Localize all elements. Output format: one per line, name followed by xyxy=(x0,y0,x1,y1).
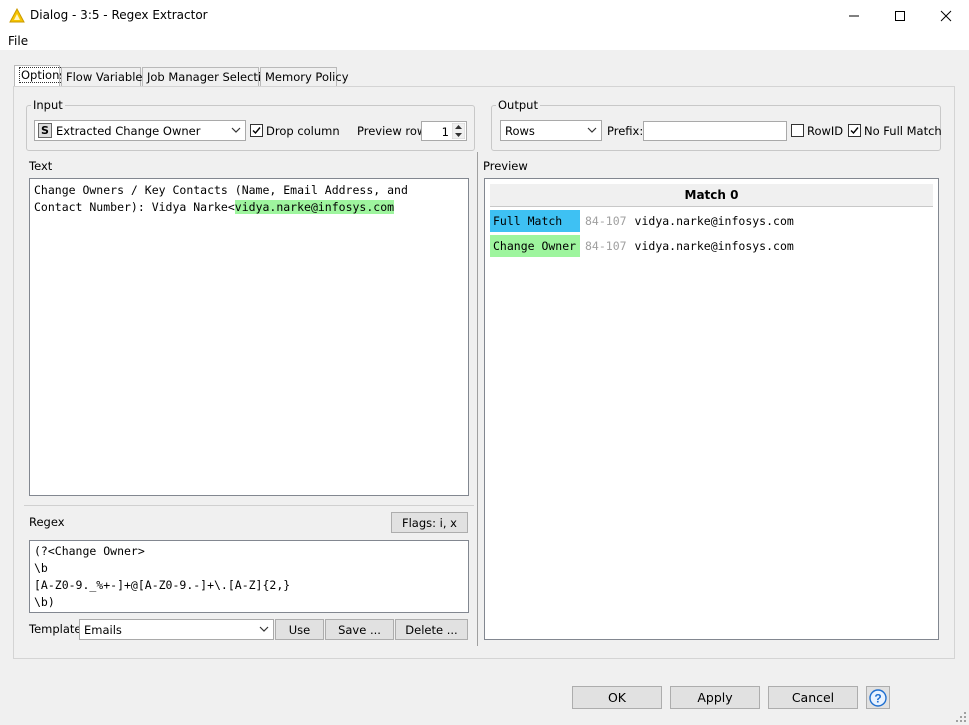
template-label: Template xyxy=(29,622,82,636)
flags-button[interactable]: Flags: i, x xyxy=(391,512,468,533)
chevron-down-icon xyxy=(231,127,241,133)
match-value: vidya.narke@infosys.com xyxy=(634,239,794,253)
rowid-checkbox[interactable] xyxy=(791,124,804,137)
output-mode-value: Rows xyxy=(505,123,535,138)
text-line-1: Change Owners / Key Contacts (Name, Emai… xyxy=(34,183,408,197)
regex-line-1: (?<Change Owner> xyxy=(34,544,145,558)
match-range: 84-107 xyxy=(585,239,627,253)
menu-file[interactable]: File xyxy=(8,34,28,48)
input-column-select[interactable]: S Extracted Change Owner xyxy=(34,120,246,141)
tab-options[interactable]: Options xyxy=(14,65,68,86)
tab-flow-variables-label: Flow Variables xyxy=(66,70,149,84)
drop-column-label: Drop column xyxy=(266,124,340,138)
regex-label: Regex xyxy=(29,515,65,529)
no-full-match-checkbox[interactable] xyxy=(848,124,861,137)
prefix-input[interactable] xyxy=(643,121,787,141)
tab-flow-variables[interactable]: Flow Variables xyxy=(61,67,148,86)
no-full-match-label: No Full Match xyxy=(864,124,942,138)
spinner-arrows-icon[interactable] xyxy=(452,123,465,139)
input-column-value: Extracted Change Owner xyxy=(56,123,201,138)
prefix-label: Prefix: xyxy=(607,124,644,138)
delete-template-button[interactable]: Delete ... xyxy=(395,619,468,640)
save-template-button[interactable]: Save ... xyxy=(325,619,394,640)
text-highlighted-match: vidya.narke@infosys.com xyxy=(234,200,395,214)
match-range: 84-107 xyxy=(585,214,627,228)
checkmark-icon xyxy=(252,127,261,135)
chevron-down-icon xyxy=(259,626,269,632)
window-title: Dialog - 3:5 - Regex Extractor xyxy=(30,8,208,22)
input-text-area[interactable]: Change Owners / Key Contacts (Name, Emai… xyxy=(29,178,469,496)
close-window-button[interactable] xyxy=(923,0,969,31)
text-line-2-prefix: Contact Number): Vidya Narke< xyxy=(34,200,235,214)
tab-job-manager-label: Job Manager Selection xyxy=(147,70,276,84)
preview-label: Preview xyxy=(483,159,528,173)
text-line-2: Contact Number): Vidya Narke<vidya.narke… xyxy=(34,199,464,216)
horizontal-splitter[interactable] xyxy=(24,505,474,506)
match-header: Match 0 xyxy=(490,184,933,207)
regex-line-3: [A-Z0-9._%+-]+@[A-Z0-9.-]+\.[A-Z]{2,} xyxy=(34,578,291,592)
preview-panel: Match 0 Full Match 84-107 vidya.narke@in… xyxy=(484,178,939,640)
output-mode-select[interactable]: Rows xyxy=(500,120,602,141)
checkmark-icon xyxy=(850,127,859,135)
title-bar: Dialog - 3:5 - Regex Extractor xyxy=(0,0,969,31)
match-row-full: Full Match 84-107 vidya.narke@infosys.co… xyxy=(490,210,794,232)
help-button[interactable]: ? xyxy=(866,686,890,709)
regex-text-area[interactable]: (?<Change Owner> \b [A-Z0-9._%+-]+@[A-Z0… xyxy=(29,540,469,613)
vertical-splitter[interactable] xyxy=(477,152,478,646)
tab-memory-policy[interactable]: Memory Policy xyxy=(260,67,349,86)
output-group-label: Output xyxy=(496,98,540,112)
maximize-button[interactable] xyxy=(877,0,923,31)
minimize-icon xyxy=(849,15,859,16)
knime-warning-icon xyxy=(9,8,25,23)
tab-job-manager-selection[interactable]: Job Manager Selection xyxy=(142,67,275,86)
apply-button[interactable]: Apply xyxy=(670,686,760,709)
match-row-change-owner: Change Owner 84-107 vidya.narke@infosys.… xyxy=(490,235,794,257)
group-tag: Change Owner xyxy=(490,235,580,257)
minimize-button[interactable] xyxy=(831,0,877,31)
chevron-down-icon xyxy=(587,127,597,133)
match-value: vidya.narke@infosys.com xyxy=(634,214,794,228)
ok-button[interactable]: OK xyxy=(572,686,662,709)
rowid-label: RowID xyxy=(807,124,844,138)
input-group-label: Input xyxy=(31,98,65,112)
template-select[interactable]: Emails xyxy=(79,619,274,640)
maximize-icon xyxy=(895,10,905,21)
template-select-value: Emails xyxy=(84,622,122,637)
menu-bar: File xyxy=(0,31,969,50)
group-tag: Full Match xyxy=(490,210,580,232)
help-icon: ? xyxy=(869,688,887,707)
text-label: Text xyxy=(29,159,53,173)
preview-row-spinner[interactable]: 1 xyxy=(421,121,467,141)
preview-row-value: 1 xyxy=(441,125,449,139)
use-template-button[interactable]: Use xyxy=(275,619,324,640)
string-type-icon: S xyxy=(38,123,52,138)
cancel-button[interactable]: Cancel xyxy=(768,686,858,709)
drop-column-checkbox[interactable] xyxy=(250,124,263,137)
tab-memory-policy-label: Memory Policy xyxy=(265,70,349,84)
regex-line-4: \b) xyxy=(34,595,55,609)
help-glyph: ? xyxy=(874,691,881,705)
close-icon xyxy=(940,10,952,21)
resize-grip-icon[interactable] xyxy=(955,711,967,723)
regex-line-2: \b xyxy=(34,561,48,575)
preview-row-label: Preview row: xyxy=(357,124,430,138)
